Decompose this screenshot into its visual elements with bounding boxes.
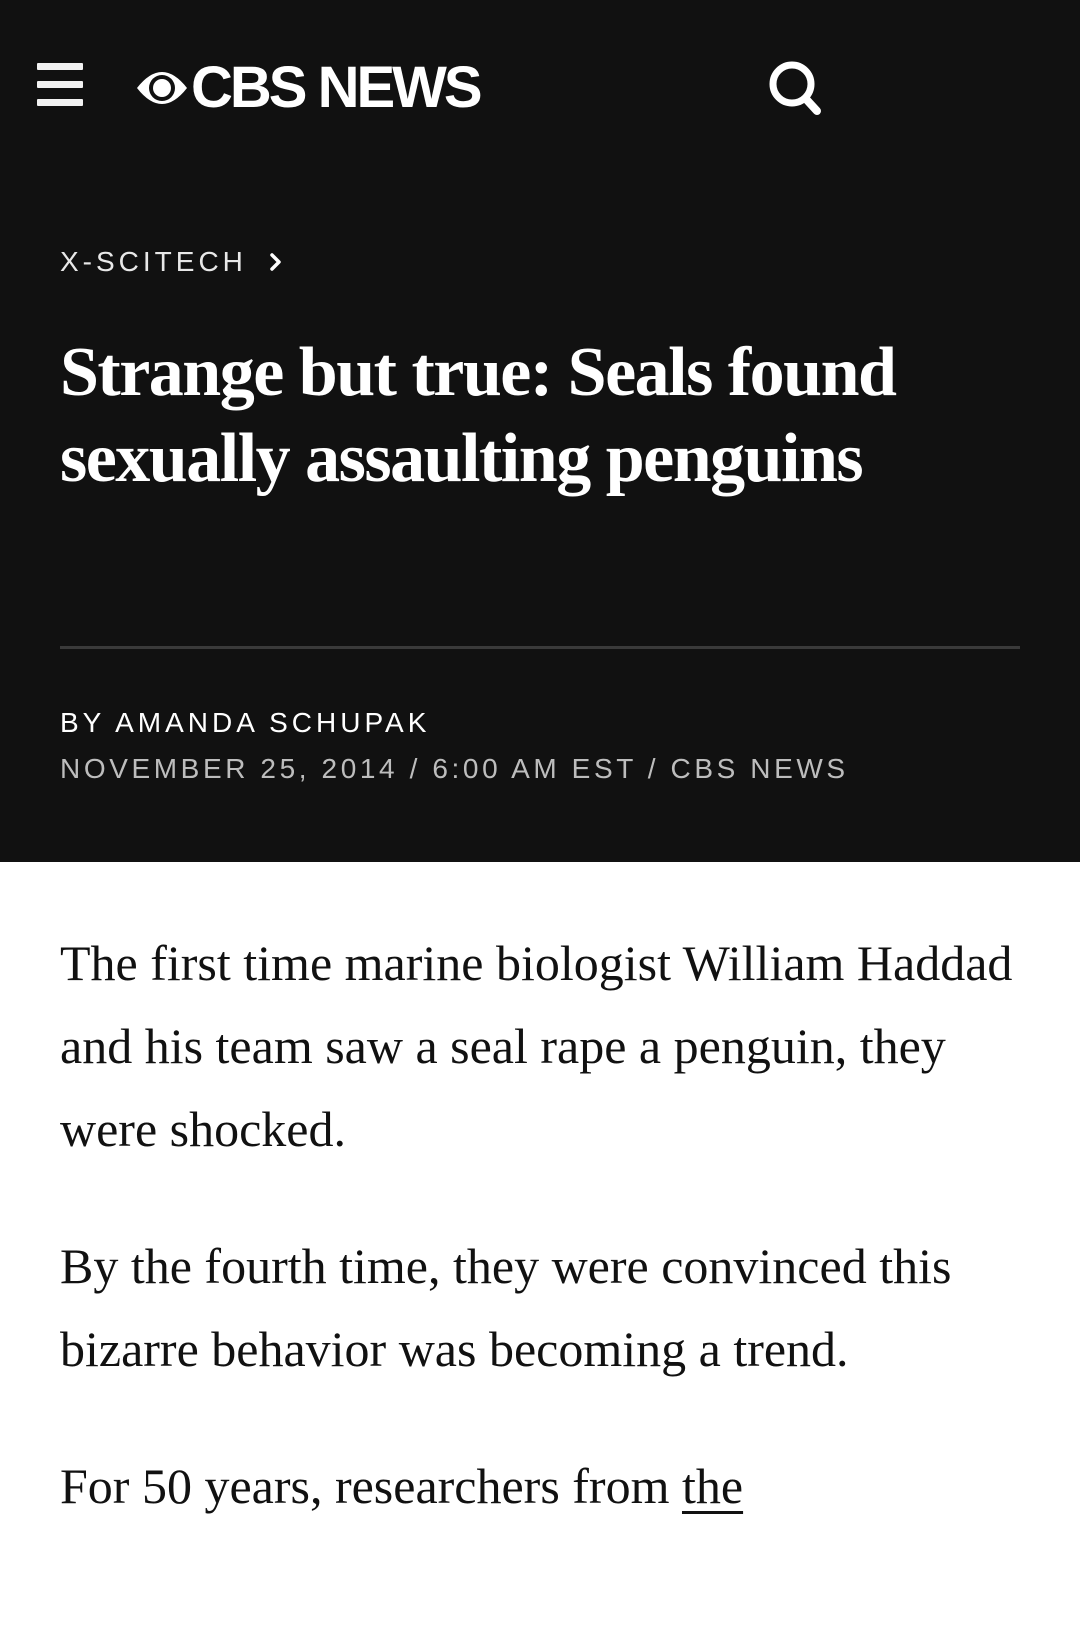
header-divider bbox=[60, 646, 1020, 649]
top-navigation-bar: CBS NEWS bbox=[0, 0, 1080, 180]
menu-line bbox=[37, 63, 83, 70]
article-paragraph: For 50 years, researchers from the bbox=[60, 1445, 1020, 1528]
cbs-eye-logo-icon bbox=[137, 72, 187, 104]
inline-link[interactable]: the bbox=[682, 1458, 743, 1514]
article-header: X-SCITECH Strange but true: Seals found … bbox=[0, 180, 1080, 862]
article-paragraph: The first time marine biologist William … bbox=[60, 935, 1013, 1157]
paragraph-text: For 50 years, researchers from bbox=[60, 1458, 682, 1514]
hamburger-menu-icon[interactable] bbox=[37, 63, 83, 109]
article-body: The first time marine biologist William … bbox=[60, 922, 1020, 1582]
article-paragraph: By the fourth time, they were convinced … bbox=[60, 1238, 952, 1377]
section-label: X-SCITECH bbox=[60, 246, 247, 277]
publish-dateline: NOVEMBER 25, 2014 / 6:00 AM EST / CBS NE… bbox=[60, 753, 849, 784]
search-icon bbox=[769, 61, 821, 115]
section-link[interactable]: X-SCITECH bbox=[60, 245, 283, 279]
menu-line bbox=[37, 81, 83, 88]
search-button[interactable] bbox=[766, 58, 826, 120]
article-headline: Strange but true: Seals found sexually a… bbox=[60, 334, 897, 497]
cbs-news-logo[interactable]: CBS NEWS bbox=[135, 55, 483, 120]
author-byline: BY AMANDA SCHUPAK bbox=[60, 707, 431, 738]
chevron-right-icon bbox=[270, 253, 281, 271]
menu-line bbox=[37, 99, 83, 106]
logo-text: CBS NEWS bbox=[191, 55, 483, 120]
